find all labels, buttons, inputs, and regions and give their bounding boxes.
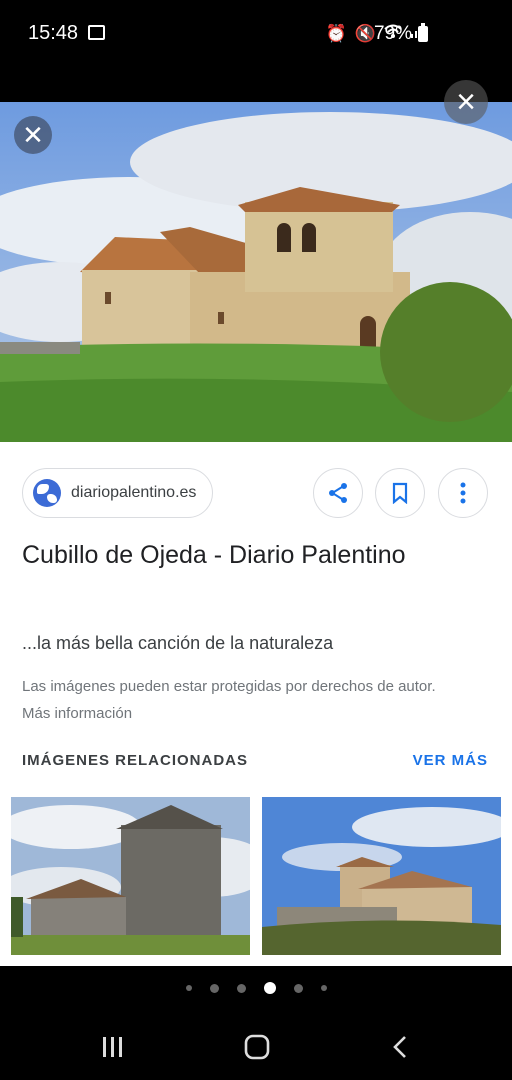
photo-icon (88, 25, 105, 40)
alarm-icon: ⏰ (325, 23, 347, 43)
related-image-thumbnail[interactable] (11, 797, 250, 955)
share-button[interactable] (313, 468, 363, 518)
close-viewer-button[interactable]: × (444, 80, 488, 124)
copyright-notice[interactable]: Las imágenes pueden estar protegidas por… (22, 673, 462, 727)
mute-icon: 🔇 (354, 23, 376, 43)
pagination-dot[interactable] (236, 983, 246, 993)
church-photo (0, 102, 512, 442)
home-icon (244, 1034, 270, 1060)
back-icon (393, 1036, 406, 1058)
see-more-link[interactable]: VER MÁS (413, 752, 488, 769)
bookmark-icon (392, 482, 408, 504)
close-icon: ✕ (22, 120, 44, 150)
close-icon: × (456, 83, 476, 121)
status-bar: 15:48 ⏰ 🔇 79% (0, 0, 512, 70)
related-images-heading: IMÁGENES RELACIONADAS (22, 752, 249, 769)
image-snippet: ...la más bella canción de la naturaleza (22, 633, 334, 653)
source-domain: diariopalentino.es (71, 484, 197, 501)
recents-icon (103, 1037, 122, 1057)
pagination-dot[interactable] (293, 983, 303, 993)
close-image-button[interactable]: ✕ (14, 116, 52, 154)
image-title[interactable]: Cubillo de Ojeda - Diario Palentino (22, 534, 442, 577)
status-time: 15:48 (28, 22, 79, 44)
main-image[interactable] (0, 102, 512, 442)
image-details-panel: diariopalentino.es Cubillo de Ojeda - Di… (0, 442, 512, 966)
source-link[interactable]: diariopalentino.es (22, 468, 214, 518)
pagination-dot-active[interactable] (263, 982, 276, 994)
pagination-dot[interactable] (320, 985, 327, 991)
viewer-top-gap (0, 70, 512, 102)
more-vert-icon (460, 482, 466, 504)
recents-button[interactable] (98, 1032, 128, 1062)
bottom-bar (0, 966, 512, 1080)
related-image-thumbnail[interactable] (262, 797, 501, 955)
back-button[interactable] (385, 1032, 415, 1062)
church-photo (262, 797, 501, 955)
globe-icon (33, 479, 61, 507)
share-icon (329, 483, 347, 503)
pagination-dot[interactable] (209, 983, 219, 993)
image-pagination (0, 982, 512, 994)
pagination-dot[interactable] (185, 985, 192, 991)
tower-photo (11, 797, 250, 955)
more-options-button[interactable] (438, 468, 488, 518)
battery-percent: 79% (373, 23, 412, 44)
battery-icon (418, 23, 428, 42)
home-button[interactable] (242, 1032, 272, 1062)
bookmark-button[interactable] (375, 468, 425, 518)
